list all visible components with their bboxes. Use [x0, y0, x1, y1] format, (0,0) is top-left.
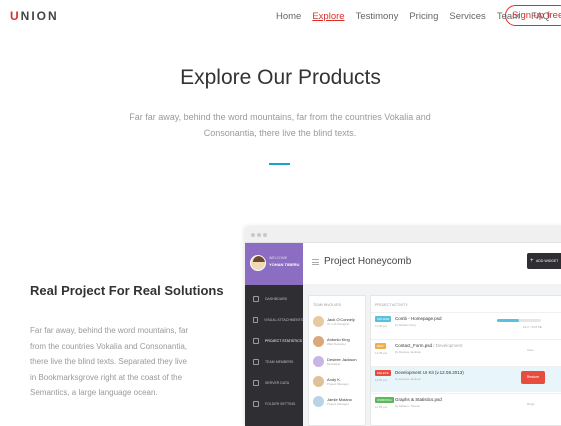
app-mockup: WELCOME YOHAN TIBERU DASHBOARD VISUAL AT…	[245, 227, 561, 426]
activity-title-extra: / Development	[432, 343, 463, 348]
menu-icon[interactable]	[312, 259, 319, 265]
avatar	[313, 376, 324, 387]
activity-panel: PROJECT ACTIVITY UPLOAD 11:30 pm Comb - …	[370, 295, 561, 426]
sidebar-item-label: DASHBOARD	[265, 297, 288, 301]
sidebar-item-label: PROJECT STATISTICS	[265, 339, 302, 343]
activity-time: 11:55 pm	[375, 405, 388, 409]
reply-link[interactable]: Reply	[527, 402, 535, 406]
team-icon	[253, 359, 259, 365]
activity-title: Development UI Kit (v.12.08.2013)	[395, 370, 464, 375]
window-titlebar	[245, 227, 561, 243]
sidebar-item-visual-attachments[interactable]: VISUAL ATTACHMENTS	[245, 311, 303, 329]
activity-row[interactable]: EDIT 11:45 pm Contact_Form.psd / Develop…	[371, 339, 561, 365]
nav-link-explore[interactable]: Explore	[312, 11, 344, 22]
status-badge: EDIT	[375, 343, 386, 349]
upload-size: 23.2 / 34.8 Mb	[523, 325, 543, 329]
profile-name: YOHAN TIBERU	[269, 262, 300, 267]
activity-title: Contact_Form.psd / Development	[395, 343, 462, 348]
app-header: Project Honeycomb ADD WIDGET	[303, 243, 561, 284]
nav-link-pricing[interactable]: Pricing	[409, 11, 438, 22]
team-member[interactable]: Desiree Jackson Developer	[313, 354, 363, 374]
section-lead: Far far away, behind the word mountains,…	[129, 112, 431, 138]
window-dot-icon	[257, 233, 261, 237]
app-sidebar: WELCOME YOHAN TIBERU DASHBOARD VISUAL AT…	[245, 243, 303, 426]
activity-time: 11:50 pm	[375, 378, 388, 382]
team-member[interactable]: Jamie Molano Project Manager	[313, 394, 363, 414]
activity-title: Graphs & Statistics.psd	[395, 397, 442, 402]
dashboard-icon	[253, 296, 259, 302]
title-accent-line	[269, 163, 290, 165]
project-title: Project Honeycomb	[324, 256, 412, 267]
window-dot-icon	[251, 233, 255, 237]
member-role: Project Manager	[327, 382, 350, 386]
activity-panel-title: PROJECT ACTIVITY	[375, 303, 408, 307]
team-panel-title: TEAM INVOLVED	[313, 303, 342, 307]
team-member[interactable]: Andy K. Project Manager	[313, 374, 363, 394]
avatar	[313, 396, 324, 407]
window-dot-icon	[263, 233, 267, 237]
activity-title: Comb - Homepage.psd	[395, 316, 442, 321]
member-role: Web Designer	[327, 342, 346, 346]
signup-button[interactable]: Sign up free	[505, 5, 561, 26]
sidebar-item-server-data[interactable]: SERVER DATA	[245, 374, 303, 392]
profile-welcome: WELCOME	[269, 256, 288, 260]
server-icon	[253, 380, 259, 386]
avatar	[313, 336, 324, 347]
section-title: Explore Our Products	[180, 66, 381, 89]
activity-row[interactable]: WORKING 11:55 pm Graphs & Statistics.psd…	[371, 393, 561, 419]
avatar	[313, 356, 324, 367]
upload-progress-fill	[497, 319, 519, 322]
sidebar-item-label: TEAM MEMBERS	[265, 360, 294, 364]
member-role: Project Manager	[327, 402, 350, 406]
add-widget-button[interactable]: ADD WIDGET	[527, 253, 561, 269]
sidebar-item-team-members[interactable]: TEAM MEMBERS	[245, 353, 303, 371]
team-member[interactable]: Antonio King Web Designer	[313, 334, 363, 354]
logo[interactable]: UNION	[10, 9, 59, 23]
restore-button[interactable]: Restore	[521, 371, 545, 384]
activity-row[interactable]: UPLOAD 11:30 pm Comb - Homepage.psd by M…	[371, 312, 561, 338]
activity-row[interactable]: DELETE 11:50 pm Development UI Kit (v.12…	[371, 366, 561, 392]
avatar	[250, 255, 266, 271]
activity-author: by Desiree Jackson	[395, 350, 422, 354]
activity-author: by Desiree Jackson	[395, 377, 422, 381]
top-navbar: UNION Home Explore Testimony Pricing Ser…	[0, 0, 561, 32]
nav-link-home[interactable]: Home	[276, 11, 301, 22]
activity-time: 11:30 pm	[375, 324, 388, 328]
stats-icon	[253, 338, 259, 344]
feature-body: Far far away, behind the word mountains,…	[30, 326, 189, 397]
avatar	[313, 316, 324, 327]
member-role: Developer	[327, 362, 341, 366]
feature-title: Real Project For Real Solutions	[30, 283, 224, 298]
view-link[interactable]: View	[527, 348, 533, 352]
profile-card: WELCOME YOHAN TIBERU	[245, 243, 303, 285]
sidebar-item-folder-setting[interactable]: FOLDER SETTING	[245, 395, 303, 413]
sidebar-item-label: SERVER DATA	[265, 381, 290, 385]
status-badge: WORKING	[375, 397, 394, 403]
sidebar-item-label: VISUAL ATTACHMENTS	[264, 318, 303, 322]
status-badge: DELETE	[375, 370, 391, 376]
team-panel: TEAM INVOLVED Jack O'Connely UI / UX Desi…	[308, 295, 366, 426]
sidebar-item-label: FOLDER SETTING	[265, 402, 296, 406]
activity-time: 11:45 pm	[375, 351, 388, 355]
sidebar-item-dashboard[interactable]: DASHBOARD	[245, 290, 303, 308]
sidebar-item-project-statistics[interactable]: PROJECT STATISTICS	[245, 332, 303, 350]
activity-author: by Molano / Reese	[395, 404, 421, 408]
logo-text: NION	[20, 9, 59, 23]
upload-progress-bar	[497, 319, 541, 322]
image-icon	[253, 317, 259, 323]
app-main: Project Honeycomb ADD WIDGET TEAM INVOLV…	[303, 243, 561, 426]
team-member[interactable]: Jack O'Connely UI / UX Designer	[313, 314, 363, 334]
logo-letter-u: U	[10, 9, 21, 23]
member-role: UI / UX Designer	[327, 322, 350, 326]
activity-author: by Molano King	[395, 323, 416, 327]
activity-title-main: Contact_Form.psd	[395, 343, 433, 348]
nav-link-testimony[interactable]: Testimony	[356, 11, 399, 22]
folder-icon	[253, 401, 259, 407]
nav-link-services[interactable]: Services	[449, 11, 485, 22]
status-badge: UPLOAD	[375, 316, 392, 322]
